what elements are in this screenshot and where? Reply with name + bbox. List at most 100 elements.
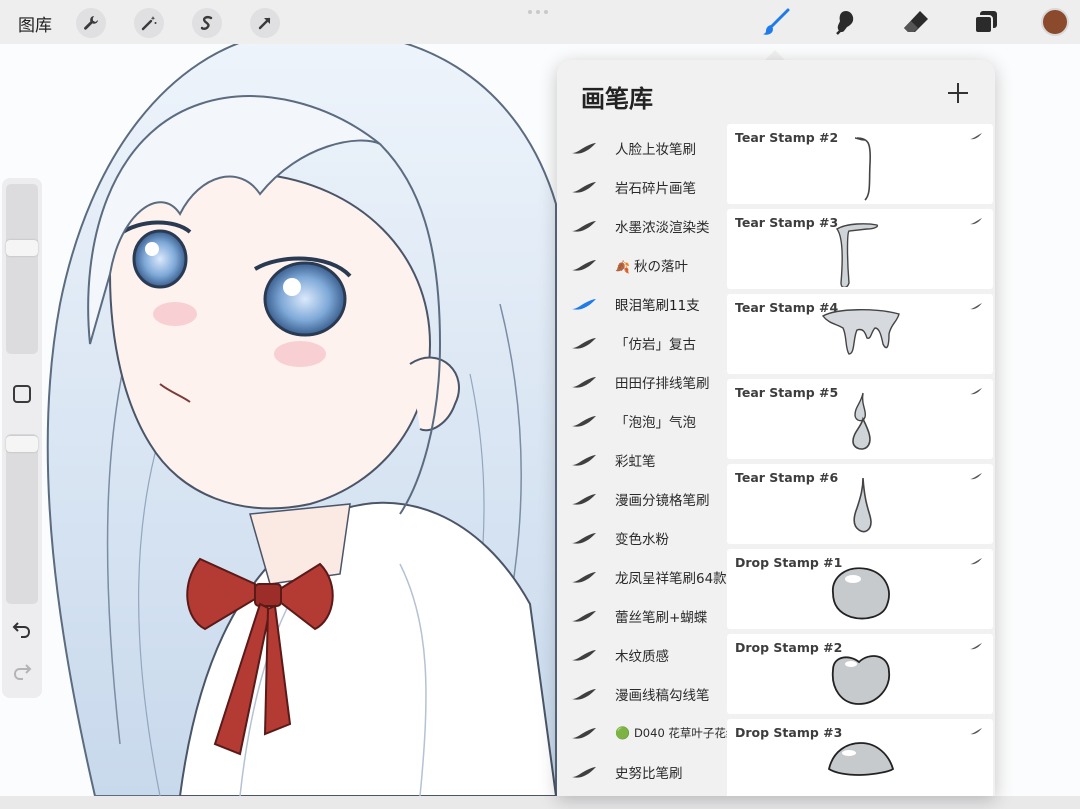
add-brush-set-button[interactable]	[945, 80, 971, 106]
brush-library-panel: 画笔库 人脸上妆笔刷 岩石碎片画笔 水墨浓淡渲染类 🍂 秋の落叶 眼泪笔刷11支 「仿岩」复…	[557, 60, 995, 796]
brush-set-item[interactable]: 🍂 秋の落叶	[557, 245, 727, 284]
brush-stroke-icon	[572, 610, 596, 622]
smudge-icon[interactable]	[830, 6, 862, 38]
brush-set-label: 眼泪笔刷11支	[615, 294, 700, 314]
brush-stroke-preview	[853, 477, 872, 533]
brush-set-label: 岩石碎片画笔	[615, 177, 696, 197]
brush-set-item[interactable]: 龙凤呈祥笔刷64款	[557, 557, 727, 596]
brush-set-label: 水墨浓淡渲染类	[615, 216, 710, 236]
brush-set-item[interactable]: 木纹质感	[557, 635, 727, 674]
brush-card[interactable]: Drop Stamp #2	[727, 634, 993, 714]
brush-set-label-text: 水墨浓淡渲染类	[615, 219, 710, 236]
brush-set-label: 人脸上妆笔刷	[615, 138, 696, 158]
brush-stroke-icon	[970, 133, 982, 140]
brush-set-label: 龙凤呈祥笔刷64款	[615, 567, 727, 587]
brush-set-item[interactable]: 水墨浓淡渲染类	[557, 206, 727, 245]
brush-set-emoji: 🟢	[615, 725, 630, 740]
brush-stroke-icon	[970, 728, 982, 735]
brush-stroke-preview	[835, 223, 879, 287]
opacity-handle[interactable]	[6, 436, 38, 452]
brush-set-label: 彩虹笔	[615, 450, 656, 470]
brush-card[interactable]: Tear Stamp #3	[727, 209, 993, 289]
undo-icon[interactable]	[10, 618, 34, 642]
brush-set-item[interactable]: 「仿岩」复古	[557, 323, 727, 362]
brush-set-label-text: 「仿岩」复古	[615, 336, 696, 353]
brush-set-label: 木纹质感	[615, 645, 669, 665]
brush-set-item[interactable]: 🟢 D040 花草叶子花纹	[557, 713, 737, 752]
brush-icon[interactable]	[760, 6, 792, 38]
brush-card[interactable]: Tear Stamp #4	[727, 294, 993, 374]
brush-set-label-text: 田田仔排线笔刷	[615, 375, 710, 392]
brush-set-item[interactable]: 彩虹笔	[557, 440, 727, 479]
brush-set-label-text: 彩虹笔	[615, 453, 656, 470]
brush-set-item[interactable]: 岩石碎片画笔	[557, 167, 727, 206]
redo-icon[interactable]	[10, 660, 34, 684]
brush-set-label: 蕾丝笔刷+蝴蝶	[615, 606, 707, 626]
brush-set-label-text: 漫画分镜格笔刷	[615, 492, 710, 509]
brush-card[interactable]: Tear Stamp #2	[727, 124, 993, 204]
brush-set-item[interactable]: 漫画线稿勾线笔	[557, 674, 727, 713]
transform-arrow-icon[interactable]	[250, 8, 280, 38]
brush-set-item[interactable]: 变色水粉	[557, 518, 727, 557]
brush-set-label-text: 「泡泡」气泡	[615, 414, 696, 431]
brush-stroke-preview	[827, 742, 895, 776]
brush-set-item[interactable]: 田田仔排线笔刷	[557, 362, 727, 401]
brush-set-label-text: 岩石碎片画笔	[615, 180, 696, 197]
brush-stroke-icon	[970, 643, 982, 650]
brush-stroke-icon	[572, 259, 596, 271]
selection-s-icon[interactable]	[192, 8, 222, 38]
brush-set-item[interactable]: 「泡泡」气泡	[557, 401, 727, 440]
brush-card[interactable]: Drop Stamp #3	[727, 719, 993, 796]
brush-stroke-icon	[970, 388, 982, 395]
drag-grabber[interactable]	[528, 10, 548, 14]
brush-stroke-icon	[572, 532, 596, 544]
brush-set-label: 漫画线稿勾线笔	[615, 684, 710, 704]
layers-icon[interactable]	[970, 6, 1002, 38]
brush-stroke-preview	[832, 567, 890, 620]
brush-stroke-icon	[572, 337, 596, 349]
brush-set-item[interactable]: 漫画分镜格笔刷	[557, 479, 727, 518]
brush-set-item[interactable]: 史努比笔刷	[557, 752, 727, 791]
brush-set-item[interactable]: 眼泪笔刷11支	[557, 284, 727, 323]
brush-stroke-icon	[572, 298, 596, 310]
brush-set-label-text: D040 花草叶子花纹	[633, 725, 738, 740]
brush-set-label: 「泡泡」气泡	[615, 411, 696, 431]
brush-set-label-text: 木纹质感	[615, 648, 669, 665]
brush-set-emoji: 🍂	[615, 259, 630, 274]
brush-stroke-icon	[572, 688, 596, 700]
brush-card[interactable]: Tear Stamp #5	[727, 379, 993, 459]
opacity-slider[interactable]	[6, 434, 38, 604]
modify-button[interactable]	[13, 385, 31, 403]
color-swatch-button[interactable]	[1041, 8, 1069, 36]
wrench-icon[interactable]	[76, 8, 106, 38]
brush-stroke-preview	[854, 137, 872, 201]
brush-size-slider[interactable]	[6, 184, 38, 354]
brush-set-label: 史努比笔刷	[615, 762, 683, 782]
brush-set-label: 🟢 D040 花草叶子花纹	[615, 725, 737, 741]
top-toolbar: 图库	[0, 0, 1080, 44]
brush-size-handle[interactable]	[6, 240, 38, 256]
brush-stroke-icon	[572, 181, 596, 193]
brush-card[interactable]: Tear Stamp #6	[727, 464, 993, 544]
brush-stroke-icon	[572, 493, 596, 505]
brush-set-label-text: 秋の落叶	[633, 258, 688, 275]
left-sidebar	[2, 178, 42, 698]
plus-icon	[948, 83, 968, 103]
brush-stroke-preview	[831, 655, 890, 705]
gallery-button[interactable]: 图库	[18, 11, 52, 36]
brush-set-label-text: 变色水粉	[615, 531, 669, 548]
brush-stroke-icon	[572, 766, 596, 778]
magic-wand-icon[interactable]	[134, 8, 164, 38]
brush-card[interactable]: Drop Stamp #1	[727, 549, 993, 629]
brush-stroke-icon	[970, 218, 982, 225]
brush-set-label-text: 人脸上妆笔刷	[615, 141, 696, 158]
brush-stroke-preview	[821, 309, 900, 355]
brush-stroke-icon	[970, 303, 982, 310]
brush-stroke-icon	[572, 571, 596, 583]
eraser-icon[interactable]	[900, 6, 932, 38]
brush-set-item[interactable]: 人脸上妆笔刷	[557, 128, 727, 167]
brush-stroke-icon	[572, 727, 596, 739]
brush-set-label-text: 漫画线稿勾线笔	[615, 687, 710, 704]
brush-set-label-text: 史努比笔刷	[615, 765, 683, 782]
brush-set-item[interactable]: 蕾丝笔刷+蝴蝶	[557, 596, 727, 635]
